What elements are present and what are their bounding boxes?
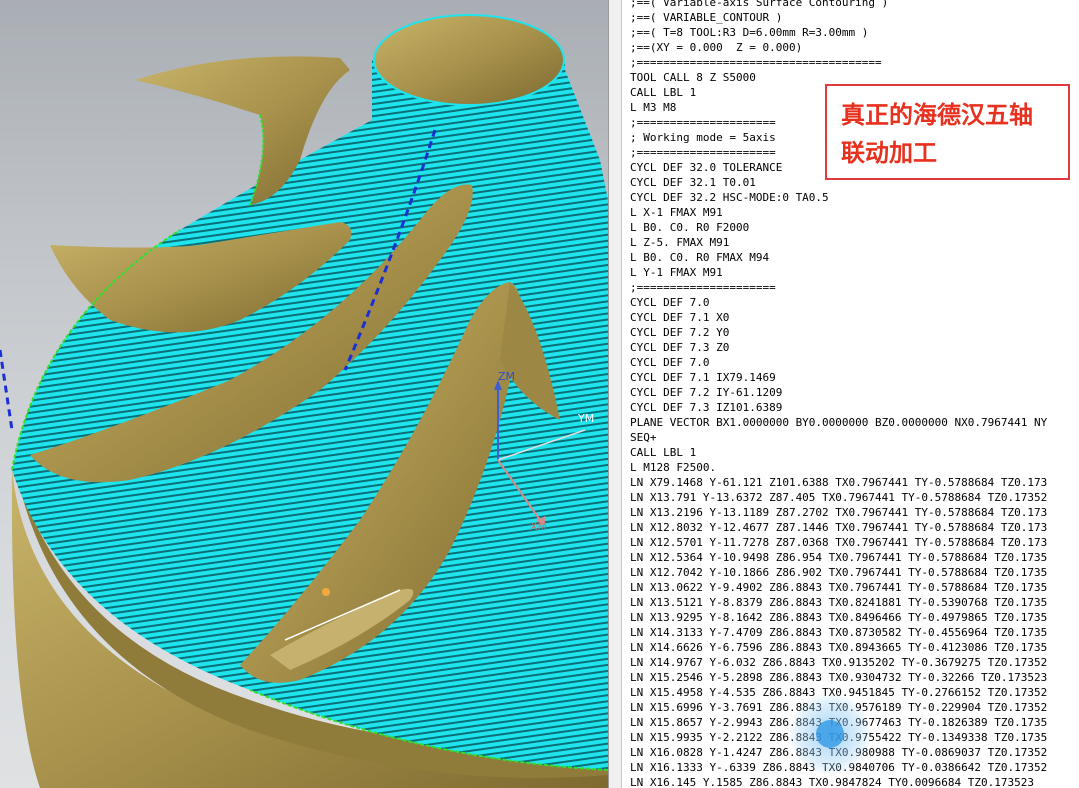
code-line: CALL LBL 1 bbox=[630, 446, 697, 459]
code-line: CYCL DEF 7.3 Z0 bbox=[630, 341, 730, 354]
code-line: L M128 F2500. bbox=[630, 461, 717, 474]
code-line: ;==(XY = 0.000 Z = 0.000) bbox=[630, 41, 803, 54]
code-line: LN X13.0622 Y-9.4902 Z86.8843 TX0.796744… bbox=[630, 581, 1048, 594]
code-line: LN X13.2196 Y-13.1189 Z87.2702 TX0.79674… bbox=[630, 506, 1048, 519]
code-line: L B0. C0. R0 F2000 bbox=[630, 221, 750, 234]
code-line: ;==( Variable-axis Surface Contouring ) bbox=[630, 0, 889, 9]
code-line: CYCL DEF 7.0 bbox=[630, 356, 710, 369]
code-line: LN X13.9295 Y-8.1642 Z86.8843 TX0.849646… bbox=[630, 611, 1048, 624]
code-line: ;==( T=8 TOOL:R3 D=6.00mm R=3.00mm ) bbox=[630, 26, 869, 39]
code-line: TOOL CALL 8 Z S5000 bbox=[630, 71, 756, 84]
code-line: ;==( VARIABLE_CONTOUR ) bbox=[630, 11, 783, 24]
code-line: CYCL DEF 7.2 IY-61.1209 bbox=[630, 386, 783, 399]
pane-splitter[interactable] bbox=[608, 0, 622, 788]
z-axis-label: ZM bbox=[498, 370, 515, 383]
callout-line-2: 联动加工 bbox=[841, 139, 937, 167]
code-line: L Y-1 FMAX M91 bbox=[630, 266, 723, 279]
code-line: CYCL DEF 32.2 HSC-MODE:0 TA0.5 bbox=[630, 191, 829, 204]
code-line: LN X13.791 Y-13.6372 Z87.405 TX0.7967441… bbox=[630, 491, 1048, 504]
cam-3d-viewport[interactable]: ZM YM XM bbox=[0, 0, 608, 788]
code-line: LN X12.5364 Y-10.9498 Z86.954 TX0.796744… bbox=[630, 551, 1048, 564]
code-line: PLANE VECTOR BX1.0000000 BY0.0000000 BZ0… bbox=[630, 416, 1048, 429]
code-line: SEQ+ bbox=[630, 431, 657, 444]
callout-line-1: 真正的海德汉五轴 bbox=[841, 101, 1033, 129]
code-line: LN X12.5701 Y-11.7278 Z87.0368 TX0.79674… bbox=[630, 536, 1048, 549]
x-axis-label: XM bbox=[530, 520, 547, 533]
code-line: L B0. C0. R0 FMAX M94 bbox=[630, 251, 770, 264]
code-line: CYCL DEF 7.1 X0 bbox=[630, 311, 730, 324]
code-line: CYCL DEF 7.1 IX79.1469 bbox=[630, 371, 776, 384]
code-line: LN X13.5121 Y-8.8379 Z86.8843 TX0.824188… bbox=[630, 596, 1048, 609]
code-line: LN X12.7042 Y-10.1866 Z86.902 TX0.796744… bbox=[630, 566, 1048, 579]
annotation-callout: 真正的海德汉五轴 联动加工 bbox=[825, 84, 1070, 180]
code-line: ;===================== bbox=[630, 281, 776, 294]
y-axis-label: YM bbox=[577, 412, 594, 425]
impeller-model: ZM YM XM bbox=[0, 14, 608, 788]
tool-contact-point bbox=[322, 588, 330, 596]
code-line: LN X14.6626 Y-6.7596 Z86.8843 TX0.894366… bbox=[630, 641, 1048, 654]
code-line: LN X14.3133 Y-7.4709 Z86.8843 TX0.873058… bbox=[630, 626, 1048, 639]
code-line: ;===================================== bbox=[630, 56, 882, 69]
watermark-logo bbox=[790, 694, 870, 774]
code-line: L X-1 FMAX M91 bbox=[630, 206, 723, 219]
code-line: LN X79.1468 Y-61.121 Z101.6388 TX0.79674… bbox=[630, 476, 1048, 489]
code-line: L Z-5. FMAX M91 bbox=[630, 236, 730, 249]
code-line: CYCL DEF 7.3 IZ101.6389 bbox=[630, 401, 783, 414]
code-line: LN X14.9767 Y-6.032 Z86.8843 TX0.9135202… bbox=[630, 656, 1048, 669]
code-line: LN X12.8032 Y-12.4677 Z87.1446 TX0.79674… bbox=[630, 521, 1048, 534]
code-line: CYCL DEF 7.0 bbox=[630, 296, 710, 309]
hub-top bbox=[373, 14, 565, 106]
code-line: LN X16.145 Y.1585 Z86.8843 TX0.9847824 T… bbox=[630, 776, 1034, 788]
code-line: CYCL DEF 7.2 Y0 bbox=[630, 326, 730, 339]
tool-axis-line-left bbox=[0, 349, 14, 431]
code-line: LN X15.2546 Y-5.2898 Z86.8843 TX0.930473… bbox=[630, 671, 1048, 684]
